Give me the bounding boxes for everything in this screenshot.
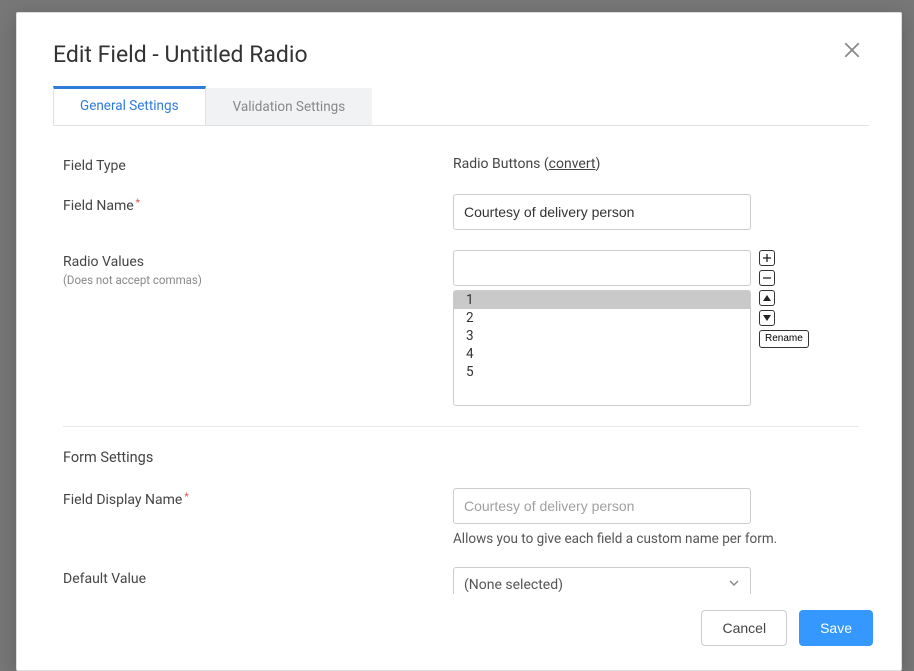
required-marker: * [136,198,140,209]
cancel-button[interactable]: Cancel [701,610,787,646]
tabs: General Settings Validation Settings [53,88,869,126]
default-value-select[interactable]: (None selected) [453,567,751,594]
field-type-text-suffix: ) [596,156,601,172]
convert-link[interactable]: convert [549,156,596,172]
modal-title: Edit Field - Untitled Radio [53,41,308,68]
display-name-label-text: Field Display Name [63,492,182,508]
move-up-button[interactable] [759,290,775,306]
triangle-up-icon [762,291,772,306]
form-area: Field Type Radio Buttons (convert) Field… [53,126,869,594]
add-value-button[interactable] [759,250,775,266]
modal-header: Edit Field - Untitled Radio [17,13,901,86]
close-icon [843,39,861,64]
list-item[interactable]: 2 [454,309,750,327]
close-button[interactable] [839,41,865,63]
move-down-button[interactable] [759,310,775,326]
minus-icon [762,271,772,286]
field-type-label: Field Type [63,154,453,174]
default-value-selected-text: (None selected) [464,577,563,593]
radio-values-buttons: Rename [759,250,809,348]
field-type-text-prefix: Radio Buttons ( [453,156,549,172]
list-item[interactable]: 3 [454,327,750,345]
field-type-value: Radio Buttons (convert) [453,154,859,174]
display-name-help: Allows you to give each field a custom n… [453,531,859,547]
default-value-label: Default Value [63,567,453,594]
field-name-label: Field Name* [63,194,453,230]
form-settings-heading: Form Settings [63,449,859,466]
radio-values-label-text: Radio Values [63,254,144,270]
display-name-label: Field Display Name* [63,488,453,547]
save-button[interactable]: Save [799,610,873,646]
list-item[interactable]: 1 [454,291,750,309]
radio-values-hint: (Does not accept commas) [63,273,453,287]
modal-footer: Cancel Save [17,594,901,670]
required-marker: * [184,492,188,503]
edit-field-modal: Edit Field - Untitled Radio General Sett… [16,12,902,671]
list-item[interactable]: 5 [454,363,750,381]
radio-value-new-input[interactable] [453,250,751,286]
modal-body-scroll[interactable]: General Settings Validation Settings Fie… [53,86,883,594]
rename-button[interactable]: Rename [759,330,809,348]
radio-values-list[interactable]: 1 2 3 4 5 [453,290,751,406]
remove-value-button[interactable] [759,270,775,286]
triangle-down-icon [762,311,772,326]
display-name-input[interactable] [453,488,751,524]
field-name-label-text: Field Name [63,198,134,214]
chevron-down-icon [728,577,740,593]
plus-icon [762,251,772,266]
tab-validation-settings[interactable]: Validation Settings [206,88,373,125]
section-divider [63,426,859,427]
list-item[interactable]: 4 [454,345,750,363]
tab-general-settings[interactable]: General Settings [53,86,206,125]
radio-values-label: Radio Values (Does not accept commas) [63,250,453,406]
field-name-input[interactable] [453,194,751,230]
